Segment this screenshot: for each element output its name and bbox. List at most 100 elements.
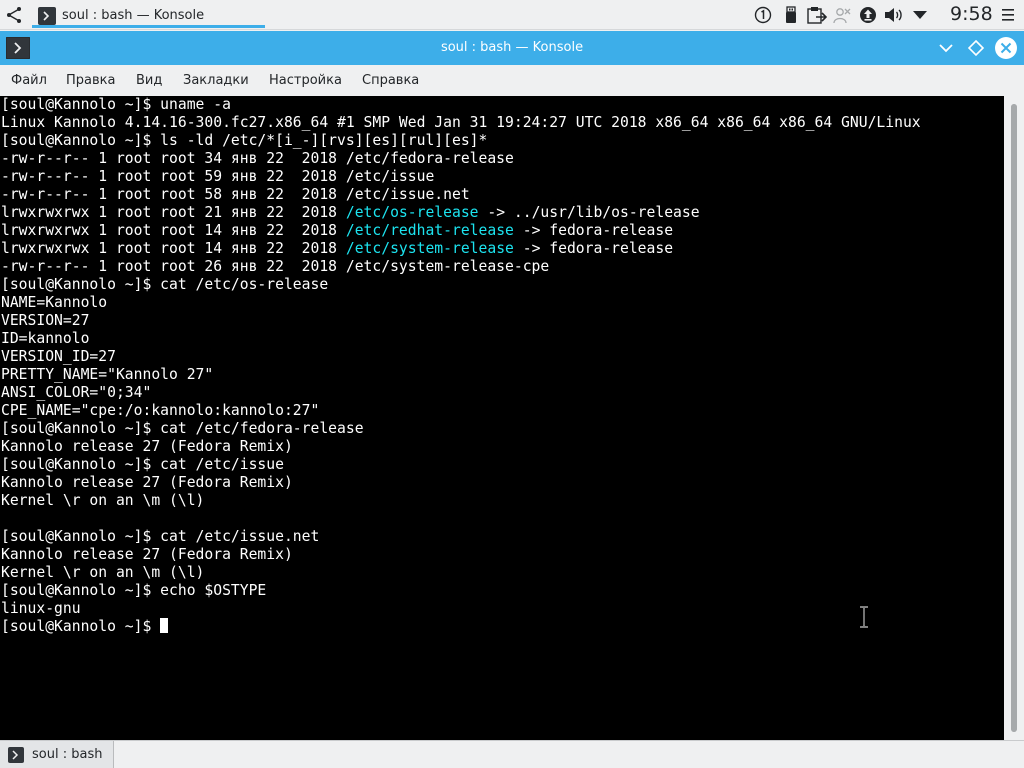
notification-count-icon[interactable] xyxy=(754,6,772,24)
window-title: soul : bash — Konsole xyxy=(440,40,584,55)
session-tab-label: soul : bash xyxy=(32,747,103,762)
terminal-view[interactable]: [soul@Kannolo ~]$ uname -a Linux Kannolo … xyxy=(0,96,1004,740)
terminal-line: [soul@Kannolo ~]$ ls -ld /etc/*[i_-][rvs… xyxy=(1,132,921,150)
terminal-text: CPE_NAME="cpe:/o:kannolo:kannolo:27" xyxy=(1,402,320,419)
terminal-text: [soul@Kannolo ~]$ cat /etc/fedora-releas… xyxy=(1,420,364,437)
terminal-text: ANSI_COLOR="0;34" xyxy=(1,384,152,401)
terminal-line: Linux Kannolo 4.14.16-300.fc27.x86_64 #1… xyxy=(1,114,921,132)
terminal-text: [soul@Kannolo ~]$ cat /etc/issue xyxy=(1,456,284,473)
terminal-line: -rw-r--r-- 1 root root 34 янв 22 2018 /e… xyxy=(1,150,921,168)
session-tab[interactable]: soul : bash xyxy=(0,741,114,768)
terminal-line: [soul@Kannolo ~]$ cat /etc/issue xyxy=(1,456,921,474)
terminal-text: [soul@Kannolo ~]$ ls -ld /etc/*[i_-][rvs… xyxy=(1,132,488,149)
terminal-line: ID=kannolo xyxy=(1,330,921,348)
text-cursor xyxy=(160,618,169,633)
menu-edit[interactable]: Правка xyxy=(66,73,115,88)
terminal-line: lrwxrwxrwx 1 root root 14 янв 22 2018 /e… xyxy=(1,240,921,258)
terminal-tab-icon xyxy=(8,747,24,767)
terminal-text: [soul@Kannolo ~]$ cat /etc/os-release xyxy=(1,276,329,293)
terminal-text: -rw-r--r-- 1 root root 58 янв 22 2018 /e… xyxy=(1,186,470,203)
menu-file[interactable]: Файл xyxy=(11,73,47,88)
taskbar-task-konsole[interactable]: soul : bash — Konsole xyxy=(32,2,265,28)
active-task-indicator xyxy=(32,25,265,28)
scrollbar-thumb[interactable] xyxy=(1011,104,1017,732)
ibeam-cursor-icon xyxy=(859,606,869,628)
terminal-text: lrwxrwxrwx 1 root root 21 янв 22 2018 xyxy=(1,204,346,221)
terminal-text: lrwxrwxrwx 1 root root 14 янв 22 2018 xyxy=(1,240,346,257)
terminal-text: Kernel \r on an \m (\l) xyxy=(1,492,205,509)
terminal-line: NAME=Kannolo xyxy=(1,294,921,312)
menu-bar: Файл Правка Вид Закладки Настройка Справ… xyxy=(0,65,1024,96)
menu-settings[interactable]: Настройка xyxy=(269,73,342,88)
terminal-text: [soul@Kannolo ~]$ cat /etc/issue.net xyxy=(1,528,320,545)
terminal-text: [soul@Kannolo ~]$ uname -a xyxy=(1,96,231,113)
terminal-text: Kannolo release 27 (Fedora Remix) xyxy=(1,474,293,491)
symlink-path: /etc/redhat-release xyxy=(345,222,514,239)
terminal-scrollbar[interactable] xyxy=(1004,96,1024,740)
terminal-line: [soul@Kannolo ~]$ echo $OSTYPE xyxy=(1,582,921,600)
panel-menu-icon[interactable] xyxy=(1000,6,1018,24)
digital-clock[interactable]: 9:58 xyxy=(950,3,993,25)
terminal-line: [soul@Kannolo ~]$ cat /etc/fedora-releas… xyxy=(1,420,921,438)
terminal-line: linux-gnu xyxy=(1,600,921,618)
symlink-path: /etc/os-release xyxy=(345,204,479,221)
user-switch-icon[interactable] xyxy=(833,6,851,24)
terminal-text: Linux Kannolo 4.14.16-300.fc27.x86_64 #1… xyxy=(1,114,921,131)
terminal-text: Kannolo release 27 (Fedora Remix) xyxy=(1,546,293,563)
terminal-line: Kernel \r on an \m (\l) xyxy=(1,492,921,510)
terminal-line: lrwxrwxrwx 1 root root 21 янв 22 2018 /e… xyxy=(1,204,921,222)
menu-bookmarks[interactable]: Закладки xyxy=(183,73,249,88)
terminal-text: -rw-r--r-- 1 root root 59 янв 22 2018 /e… xyxy=(1,168,435,185)
symlink-path: /etc/system-release xyxy=(345,240,514,257)
minimize-button[interactable] xyxy=(935,37,957,59)
terminal-line: Kernel \r on an \m (\l) xyxy=(1,564,921,582)
session-tab-bar: soul : bash xyxy=(0,740,1024,768)
terminal-line: Kannolo release 27 (Fedora Remix) xyxy=(1,546,921,564)
software-updates-icon[interactable] xyxy=(859,6,877,24)
terminal-line: CPE_NAME="cpe:/o:kannolo:kannolo:27" xyxy=(1,402,921,420)
terminal-text: ID=kannolo xyxy=(1,330,90,347)
terminal-text: Kernel \r on an \m (\l) xyxy=(1,564,205,581)
terminal-text: [soul@Kannolo ~]$ xyxy=(1,618,161,635)
volume-icon[interactable] xyxy=(884,6,902,24)
terminal-line: lrwxrwxrwx 1 root root 14 янв 22 2018 /e… xyxy=(1,222,921,240)
terminal-line: Kannolo release 27 (Fedora Remix) xyxy=(1,474,921,492)
terminal-line: -rw-r--r-- 1 root root 58 янв 22 2018 /e… xyxy=(1,186,921,204)
terminal-line: [soul@Kannolo ~]$ xyxy=(1,618,921,636)
terminal-line: VERSION_ID=27 xyxy=(1,348,921,366)
terminal-text: PRETTY_NAME="Kannolo 27" xyxy=(1,366,214,383)
terminal-text: VERSION=27 xyxy=(1,312,90,329)
maximize-button[interactable] xyxy=(965,37,987,59)
window-titlebar[interactable]: soul : bash — Konsole xyxy=(0,31,1024,65)
terminal-line: ANSI_COLOR="0;34" xyxy=(1,384,921,402)
terminal-text: VERSION_ID=27 xyxy=(1,348,116,365)
menu-help[interactable]: Справка xyxy=(362,73,419,88)
terminal-line: [soul@Kannolo ~]$ uname -a xyxy=(1,96,921,114)
clipboard-icon[interactable] xyxy=(807,6,828,24)
taskbar-task-label: soul : bash — Konsole xyxy=(62,8,205,23)
menu-view[interactable]: Вид xyxy=(136,73,162,88)
terminal-text: -rw-r--r-- 1 root root 34 янв 22 2018 /e… xyxy=(1,150,514,167)
terminal-output: [soul@Kannolo ~]$ uname -a Linux Kannolo … xyxy=(1,96,921,636)
terminal-line: Kannolo release 27 (Fedora Remix) xyxy=(1,438,921,456)
terminal-text: Kannolo release 27 (Fedora Remix) xyxy=(1,438,293,455)
terminal-line: [soul@Kannolo ~]$ cat /etc/issue.net xyxy=(1,528,921,546)
application-launcher-icon[interactable] xyxy=(4,4,26,26)
terminal-line: -rw-r--r-- 1 root root 26 янв 22 2018 /e… xyxy=(1,258,921,276)
terminal-line: VERSION=27 xyxy=(1,312,921,330)
terminal-text: lrwxrwxrwx 1 root root 14 янв 22 2018 xyxy=(1,222,346,239)
tray-expand-arrow-icon[interactable] xyxy=(912,6,930,24)
terminal-text: -rw-r--r-- 1 root root 26 янв 22 2018 /e… xyxy=(1,258,550,275)
terminal-line: -rw-r--r-- 1 root root 59 янв 22 2018 /e… xyxy=(1,168,921,186)
terminal-text: linux-gnu xyxy=(1,600,81,617)
terminal-text: -> ../usr/lib/os-release xyxy=(478,204,700,221)
usb-device-icon[interactable] xyxy=(782,6,800,24)
terminal-text: NAME=Kannolo xyxy=(1,294,108,311)
terminal-text: [soul@Kannolo ~]$ echo $OSTYPE xyxy=(1,582,267,599)
terminal-text: -> fedora-release xyxy=(513,240,674,257)
taskbar: soul : bash — Konsole 9:58 xyxy=(0,0,1024,30)
terminal-line: PRETTY_NAME="Kannolo 27" xyxy=(1,366,921,384)
close-button[interactable] xyxy=(995,37,1017,59)
terminal-line: [soul@Kannolo ~]$ cat /etc/os-release xyxy=(1,276,921,294)
